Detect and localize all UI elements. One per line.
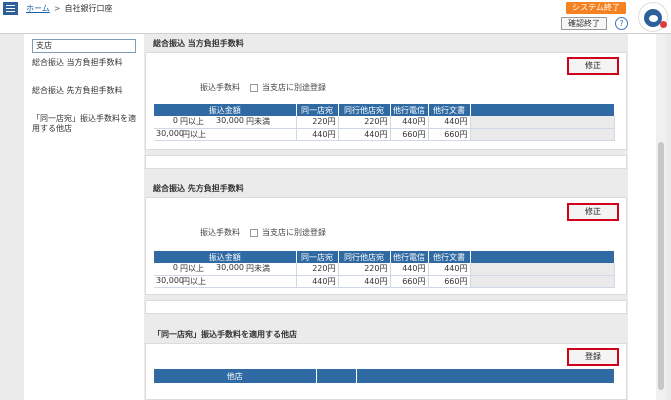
amount-from-unit: 円以上 (182, 276, 206, 286)
section-title-payee-fee: 総合振込 先方負担手数料 (153, 184, 244, 193)
fee-other-doc: 660円 (428, 128, 471, 141)
col-amount: 振込金額 (154, 251, 297, 263)
col-blank (316, 369, 357, 383)
fee-same-branch: 440円 (296, 128, 339, 141)
col-other-doc: 他行文書 (428, 104, 471, 116)
breadcrumb: ホーム > 自社銀行口座 (26, 3, 112, 14)
scrollbar-thumb[interactable] (658, 142, 664, 390)
edit-own-fee-button[interactable]: 修正 (567, 57, 619, 75)
other-store-table: 他店 (154, 369, 615, 383)
section-title-other-store: 「同一店宛」振込手数料を適用する他店 (153, 330, 297, 339)
system-exit-button[interactable]: システム終了 (566, 2, 626, 14)
payee-fee-panel-footer (145, 300, 627, 314)
own-fee-row: 振込手数料 当支店に別途登録 (200, 82, 326, 93)
menu-icon[interactable] (3, 2, 18, 15)
amount-to-unit: 円未満 (246, 117, 270, 127)
separate-register-checkbox[interactable] (250, 83, 258, 92)
confirm-exit-button[interactable]: 確認終了 (561, 17, 607, 30)
amount-from-unit: 円以上 (180, 117, 204, 127)
amount-from: 0 (172, 263, 178, 273)
fee-same-branch: 220円 (296, 116, 339, 129)
sidebar-item-own-fee[interactable]: 総合振込 当方負担手数料 (32, 58, 136, 68)
col-blank (356, 369, 615, 383)
table-row: 0 円以上 30,000 円未満 220円 220円 440円 440円 (154, 116, 615, 129)
table-row: 0 円以上 30,000 円未満 220円 220円 440円 440円 (154, 263, 615, 276)
scrollbar[interactable] (656, 34, 666, 400)
sidebar: 支店 総合振込 当方負担手数料 総合振込 先方負担手数料 「同一店宛」振込手数料… (24, 34, 144, 400)
amount-from: 0 (172, 116, 178, 126)
fee-other-doc: 440円 (428, 263, 471, 276)
blank-cell (470, 275, 615, 288)
checkbox-label: 当支店に別途登録 (262, 228, 326, 237)
amount-to-unit: 円未満 (246, 264, 270, 274)
col-blank (470, 104, 615, 116)
fee-same-branch: 220円 (296, 263, 339, 276)
col-other-doc: 他行文書 (428, 251, 471, 263)
table-row: 30,000 円以上 440円 440円 660円 660円 (154, 128, 615, 141)
amount-from-unit: 円以上 (180, 264, 204, 274)
col-same-branch: 同一店宛 (296, 104, 339, 116)
payee-fee-row: 振込手数料 当支店に別途登録 (200, 227, 326, 238)
top-bar: ホーム > 自社銀行口座 システム終了 確認終了 ? (0, 0, 671, 34)
sidebar-item-branch[interactable]: 支店 (32, 39, 136, 53)
mascot-avatar-icon[interactable] (638, 2, 668, 32)
payee-fee-table: 振込金額 同一店宛 同行他店宛 他行電信 他行文書 0 円以上 30,000 円… (154, 251, 615, 288)
amount-from: 30,000 (156, 275, 184, 285)
col-other-store: 他店 (154, 369, 317, 383)
fee-other-wire: 440円 (390, 116, 429, 129)
amount-from-unit: 円以上 (182, 129, 206, 139)
fee-same-branch: 440円 (296, 275, 339, 288)
blank-cell (470, 116, 615, 129)
col-other-wire: 他行電信 (390, 104, 429, 116)
blank-cell (470, 128, 615, 141)
amount-range-cell: 0 円以上 30,000 円未満 (154, 116, 297, 129)
own-fee-panel-footer (145, 155, 627, 169)
col-other-wire: 他行電信 (390, 251, 429, 263)
breadcrumb-home-link[interactable]: ホーム (26, 4, 50, 13)
amount-to: 30,000 (216, 263, 244, 273)
edit-payee-fee-button[interactable]: 修正 (567, 203, 619, 221)
fee-same-bank-other: 440円 (338, 275, 391, 288)
fee-other-wire: 440円 (390, 263, 429, 276)
own-fee-table: 振込金額 同一店宛 同行他店宛 他行電信 他行文書 0 円以上 30,000 円… (154, 104, 615, 141)
col-amount: 振込金額 (154, 104, 297, 116)
col-same-bank-other: 同行他店宛 (338, 251, 391, 263)
help-icon[interactable]: ? (615, 17, 628, 30)
table-row: 30,000 円以上 440円 440円 660円 660円 (154, 275, 615, 288)
col-same-branch: 同一店宛 (296, 251, 339, 263)
fee-same-bank-other: 220円 (338, 116, 391, 129)
amount-from: 30,000 (156, 128, 184, 138)
breadcrumb-current: 自社銀行口座 (64, 4, 113, 13)
fee-same-bank-other: 440円 (338, 128, 391, 141)
col-blank (470, 251, 615, 263)
table-header-row: 振込金額 同一店宛 同行他店宛 他行電信 他行文書 (154, 251, 615, 263)
fee-label: 振込手数料 (200, 228, 240, 237)
fee-other-wire: 660円 (390, 275, 429, 288)
sidebar-item-payee-fee[interactable]: 総合振込 先方負担手数料 (32, 86, 136, 96)
right-margin (628, 34, 656, 400)
separate-register-checkbox[interactable] (250, 228, 258, 237)
fee-other-doc: 660円 (428, 275, 471, 288)
checkbox-label: 当支店に別途登録 (262, 83, 326, 92)
fee-label: 振込手数料 (200, 83, 240, 92)
breadcrumb-separator: > (53, 4, 61, 13)
sidebar-item-other-store[interactable]: 「同一店宛」振込手数料を適用する他店 (32, 114, 136, 134)
section-title-own-fee: 総合振込 当方負担手数料 (153, 39, 244, 48)
fee-other-wire: 660円 (390, 128, 429, 141)
fee-same-bank-other: 220円 (338, 263, 391, 276)
table-header-row: 他店 (154, 369, 615, 383)
amount-range-cell: 0 円以上 30,000 円未満 (154, 263, 297, 276)
register-other-store-button[interactable]: 登録 (567, 348, 619, 366)
amount-range-cell: 30,000 円以上 (154, 128, 297, 141)
amount-to: 30,000 (216, 116, 244, 126)
blank-cell (470, 263, 615, 276)
amount-range-cell: 30,000 円以上 (154, 275, 297, 288)
col-same-bank-other: 同行他店宛 (338, 104, 391, 116)
table-header-row: 振込金額 同一店宛 同行他店宛 他行電信 他行文書 (154, 104, 615, 116)
fee-other-doc: 440円 (428, 116, 471, 129)
